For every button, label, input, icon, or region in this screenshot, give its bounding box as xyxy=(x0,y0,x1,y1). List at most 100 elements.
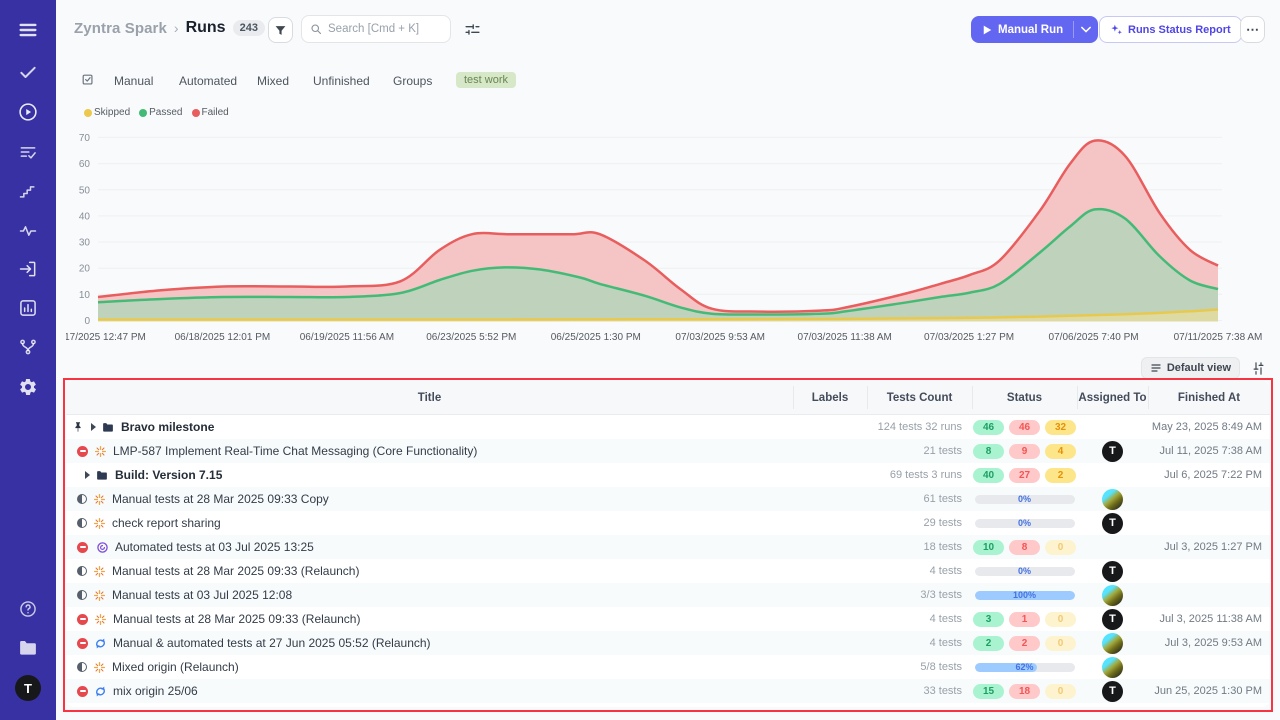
run-title[interactable]: Manual tests at 28 Mar 2025 09:33 (Relau… xyxy=(112,564,359,578)
run-title[interactable]: mix origin 25/06 xyxy=(113,684,198,698)
assignee-avatar[interactable]: T xyxy=(1102,561,1123,582)
test-cases-check-icon[interactable] xyxy=(18,62,38,82)
assigned-cell xyxy=(1077,535,1148,559)
run-title[interactable]: check report sharing xyxy=(112,516,221,530)
breadcrumb-project[interactable]: Zyntra Spark xyxy=(74,20,167,37)
table-row[interactable]: Mixed origin (Relaunch) 5/8 tests 62% xyxy=(66,655,1270,679)
manual-run-button[interactable]: Manual Run xyxy=(971,16,1098,43)
run-title[interactable]: Manual tests at 03 Jul 2025 12:08 xyxy=(112,588,292,602)
run-title[interactable]: LMP-587 Implement Real-Time Chat Messagi… xyxy=(113,444,477,458)
table-row[interactable]: Manual tests at 28 Mar 2025 09:33 Copy 6… xyxy=(66,487,1270,511)
reports-chart-icon[interactable] xyxy=(18,298,38,318)
activity-pulse-icon[interactable] xyxy=(18,221,38,241)
more-actions-button[interactable]: ⋯ xyxy=(1240,16,1265,43)
requirements-signin-icon[interactable] xyxy=(18,259,38,279)
skipped-count-pill: 2 xyxy=(1045,468,1076,483)
table-row[interactable]: Bravo milestone 124 tests 32 runs 464632… xyxy=(66,415,1270,439)
traceability-branch-icon[interactable] xyxy=(18,337,38,357)
assignee-avatar[interactable] xyxy=(1102,585,1123,606)
tab-mixed[interactable]: Mixed xyxy=(257,74,289,88)
assignee-avatar[interactable]: T xyxy=(1102,441,1123,462)
status-cell: 100% xyxy=(972,583,1077,607)
table-row[interactable]: mix origin 25/06 33 tests 15180 T Jun 25… xyxy=(66,679,1270,703)
test-plans-list-icon[interactable] xyxy=(18,142,38,162)
table-row[interactable]: Manual & automated tests at 27 Jun 2025 … xyxy=(66,631,1270,655)
finished-at-cell: Jun 25, 2025 1:30 PM xyxy=(1148,679,1270,703)
menu-icon[interactable] xyxy=(17,19,39,41)
table-row[interactable]: Manual tests at 28 Mar 2025 09:33 (Relau… xyxy=(66,607,1270,631)
table-row[interactable]: LMP-587 Implement Real-Time Chat Messagi… xyxy=(66,439,1270,463)
table-row[interactable]: Manual tests at 03 Jul 2025 12:08 3/3 te… xyxy=(66,583,1270,607)
svg-text:40: 40 xyxy=(79,211,91,222)
assignee-avatar[interactable]: T xyxy=(1102,681,1123,702)
finished-at-cell: Jul 6, 2025 7:22 PM xyxy=(1148,463,1270,487)
assigned-cell: T xyxy=(1077,511,1148,535)
column-header-tests-count[interactable]: Tests Count xyxy=(867,381,972,414)
assignee-avatar[interactable] xyxy=(1102,489,1123,510)
column-header-title[interactable]: Title xyxy=(66,381,793,414)
passed-count-pill: 15 xyxy=(973,684,1004,699)
failed-count-pill: 18 xyxy=(1009,684,1040,699)
table-row[interactable]: Build: Version 7.15 69 tests 3 runs 4027… xyxy=(66,463,1270,487)
column-header-labels[interactable]: Labels xyxy=(793,381,867,414)
filter-tag[interactable]: test work xyxy=(456,72,516,88)
tab-groups[interactable]: Groups xyxy=(393,74,432,88)
labels-cell xyxy=(793,439,867,463)
sparkles-icon xyxy=(1110,23,1123,36)
run-failed-status-icon xyxy=(77,542,88,553)
passed-count-pill: 3 xyxy=(973,612,1004,627)
run-title[interactable]: Bravo milestone xyxy=(121,420,214,434)
search-icon xyxy=(310,23,322,35)
run-title[interactable]: Build: Version 7.15 xyxy=(115,468,222,482)
assignee-avatar[interactable]: T xyxy=(1102,513,1123,534)
assignee-avatar[interactable] xyxy=(1102,633,1123,654)
status-cell: 894 xyxy=(972,439,1077,463)
select-all-icon[interactable] xyxy=(81,73,96,93)
search-input[interactable]: Search [Cmd + K] xyxy=(301,15,451,43)
run-title[interactable]: Automated tests at 03 Jul 2025 13:25 xyxy=(115,540,314,554)
run-title[interactable]: Manual tests at 28 Mar 2025 09:33 Copy xyxy=(112,492,329,506)
table-row[interactable]: Manual tests at 28 Mar 2025 09:33 (Relau… xyxy=(66,559,1270,583)
finished-at-cell xyxy=(1148,487,1270,511)
svg-text:30: 30 xyxy=(79,238,91,249)
help-icon[interactable] xyxy=(18,599,38,619)
assigned-cell xyxy=(1077,415,1148,439)
run-in-progress-status-icon xyxy=(77,494,87,504)
expand-caret-icon[interactable] xyxy=(85,471,90,479)
run-title[interactable]: Mixed origin (Relaunch) xyxy=(112,660,239,674)
tab-manual[interactable]: Manual xyxy=(114,74,153,88)
assignee-avatar[interactable] xyxy=(1102,657,1123,678)
manual-run-main[interactable]: Manual Run xyxy=(971,16,1073,43)
column-header-assigned-to[interactable]: Assigned To xyxy=(1077,381,1148,414)
tab-automated[interactable]: Automated xyxy=(179,74,237,88)
default-view-button[interactable]: Default view xyxy=(1141,357,1240,379)
filter-button[interactable] xyxy=(268,17,293,43)
tab-unfinished[interactable]: Unfinished xyxy=(313,74,370,88)
runs-status-report-button[interactable]: Runs Status Report xyxy=(1099,16,1242,43)
run-title[interactable]: Manual tests at 28 Mar 2025 09:33 (Relau… xyxy=(113,612,360,626)
expand-caret-icon[interactable] xyxy=(91,423,96,431)
assignee-avatar[interactable]: T xyxy=(1102,609,1123,630)
manual-run-dropdown[interactable] xyxy=(1074,16,1098,43)
table-settings-icon[interactable] xyxy=(1251,361,1266,381)
status-cell: 464632 xyxy=(972,415,1077,439)
run-in-progress-status-icon xyxy=(77,566,87,576)
labels-cell xyxy=(793,679,867,703)
table-row[interactable]: Automated tests at 03 Jul 2025 13:25 18 … xyxy=(66,535,1270,559)
table-row[interactable]: check report sharing 29 tests 0% T xyxy=(66,511,1270,535)
column-header-finished-at[interactable]: Finished At xyxy=(1148,381,1270,414)
finished-at-cell: May 23, 2025 8:49 AM xyxy=(1148,415,1270,439)
svg-text:70: 70 xyxy=(79,133,91,144)
column-header-status[interactable]: Status xyxy=(972,381,1077,414)
run-title[interactable]: Manual & automated tests at 27 Jun 2025 … xyxy=(113,636,431,650)
milestones-steps-icon[interactable] xyxy=(18,181,38,201)
table-body: Bravo milestone 124 tests 32 runs 464632… xyxy=(66,415,1270,703)
failed-count-pill: 2 xyxy=(1009,636,1040,651)
display-settings-icon[interactable] xyxy=(464,21,481,43)
tests-count-cell: 29 tests xyxy=(867,511,972,535)
projects-folder-icon[interactable] xyxy=(18,638,39,659)
settings-gear-icon[interactable] xyxy=(18,377,38,397)
user-avatar[interactable]: T xyxy=(15,675,41,701)
runs-play-circle-icon[interactable] xyxy=(18,102,39,123)
labels-cell xyxy=(793,463,867,487)
